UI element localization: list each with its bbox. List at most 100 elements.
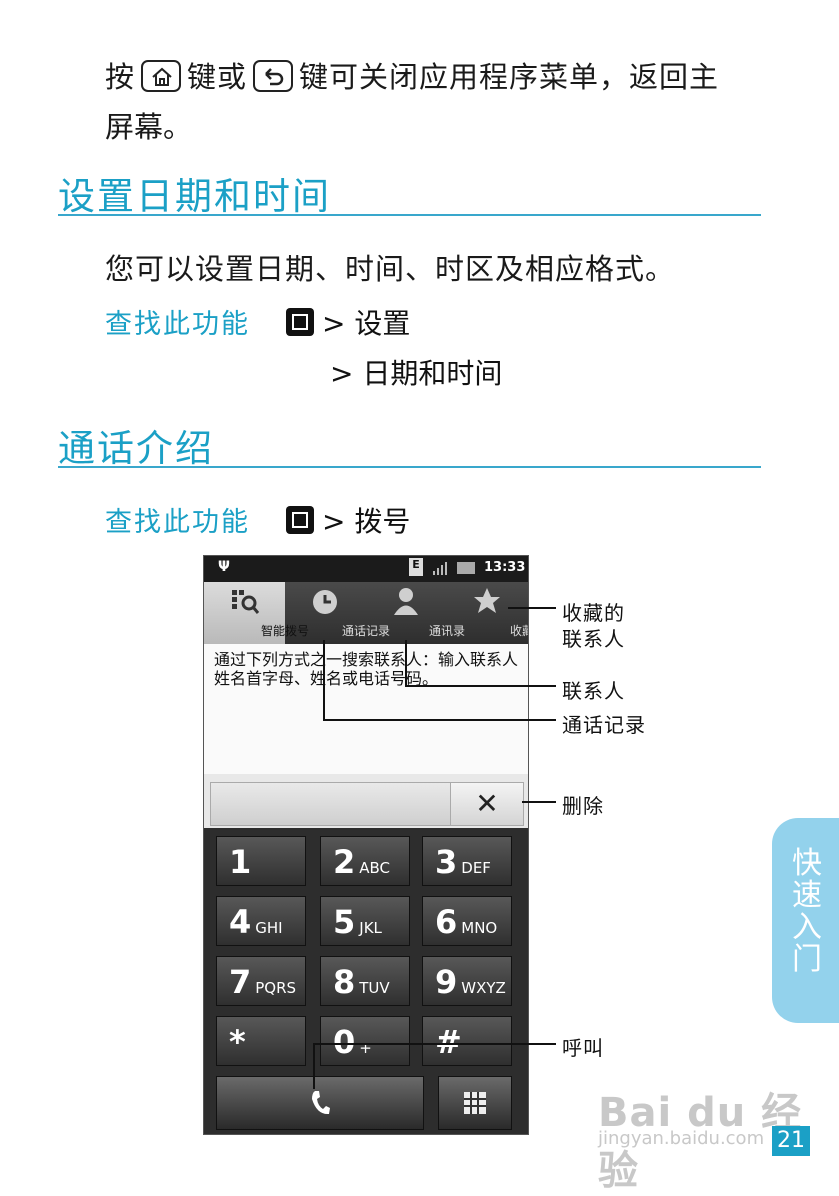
key-letters: MNO [461, 919, 498, 937]
phone-handset-icon [312, 1091, 330, 1115]
key-digit: # [435, 1023, 462, 1061]
smart-dial-icon [232, 590, 260, 614]
phone-screenshot: Ψ E 13:33 智能拨号 通话记录 通讯录 收 通过下列方式之一搜索联系人：… [203, 555, 529, 1135]
callout-favorites-1: 收藏的 [562, 601, 625, 625]
dialer-path: > 拨号 [286, 500, 410, 540]
callout-favorites-2: 联系人 [562, 627, 625, 651]
usb-icon: Ψ [218, 559, 230, 575]
callout-line-contacts [405, 640, 407, 686]
chapter-side-tab: 快 速 入 门 [772, 818, 839, 1023]
intro-text-1: 按 [105, 60, 136, 94]
dial-key[interactable]: 4 GHI [216, 896, 306, 946]
section-title-calls: 通话介绍 [58, 427, 214, 470]
call-button[interactable] [216, 1076, 424, 1130]
callout-line-call [313, 1043, 556, 1045]
callout-line-call-log [323, 640, 325, 720]
keypad-icon [464, 1092, 486, 1114]
battery-icon [457, 562, 475, 574]
key-letters: PQRS [255, 979, 297, 997]
key-digit: 2 [333, 843, 356, 881]
key-digit: 5 [333, 903, 356, 941]
callout-line-call [313, 1043, 315, 1089]
side-tab-char: 速 [792, 878, 822, 913]
callout-line-favorites [508, 607, 556, 609]
dial-key[interactable]: * [216, 1016, 306, 1066]
person-icon [394, 588, 418, 615]
tab-smart-dial[interactable]: 智能拨号 [204, 582, 309, 644]
key-letters: + [359, 1039, 372, 1057]
key-digit: 9 [435, 963, 458, 1001]
menu-key-icon [286, 506, 314, 534]
find-feature-label: 查找此功能 [105, 309, 250, 340]
tab-call-log[interactable]: 通话记录 [285, 582, 390, 644]
watermark-url: jingyan.baidu.com [598, 1128, 765, 1149]
intro-text-3: 键可关闭应用程序菜单，返回主 [299, 60, 720, 94]
callout-line-call-log [323, 719, 556, 721]
settings-path-1: > 设置 [286, 302, 410, 342]
callout-contacts: 联系人 [562, 679, 625, 703]
tab-contacts[interactable]: 通讯录 [366, 582, 465, 644]
side-tab-char: 入 [792, 910, 822, 945]
page-number: 21 [772, 1126, 810, 1156]
key-letters: ABC [359, 859, 391, 877]
dial-key[interactable]: 3 DEF [422, 836, 512, 886]
date-time-description: 您可以设置日期、时间、时区及相应格式。 [105, 252, 676, 286]
key-digit: * [229, 1023, 246, 1061]
menu-key-icon [286, 308, 314, 336]
clock-time: 13:33 [484, 560, 526, 575]
intro-text-2: 键或 [187, 60, 248, 94]
key-letters: DEF [461, 859, 491, 877]
dial-key[interactable]: 9 WXYZ [422, 956, 512, 1006]
dial-key[interactable]: 0 + [320, 1016, 410, 1066]
dial-key[interactable]: 8 TUV [320, 956, 410, 1006]
network-type-icon: E [409, 558, 423, 576]
key-digit: 0 [333, 1023, 356, 1061]
path-date-time: > 日期和时间 [330, 357, 503, 390]
key-letters: GHI [255, 919, 283, 937]
key-letters: JKL [359, 919, 382, 937]
dial-key[interactable]: 1 [216, 836, 306, 886]
section-divider [58, 214, 761, 216]
callout-call-log: 通话记录 [562, 713, 646, 737]
dial-keypad: 1 2 ABC 3 DEF 4 GHI 5 JKL 6 MNO 7 PQRS 8 TUV 9 WXYZ * 0 + # [204, 828, 528, 1134]
callout-line-contacts [405, 685, 556, 687]
path-settings: > 设置 [322, 307, 411, 340]
key-digit: 3 [435, 843, 458, 881]
dial-key[interactable]: 2 ABC [320, 836, 410, 886]
callout-call: 呼叫 [562, 1036, 604, 1060]
home-key-icon [141, 60, 182, 92]
tab-label: 收藏夹 [509, 624, 528, 638]
dial-key[interactable]: 5 JKL [320, 896, 410, 946]
key-digit: 7 [229, 963, 252, 1001]
signal-icon [432, 560, 448, 580]
dial-key[interactable]: # [422, 1016, 512, 1066]
dial-key[interactable]: 6 MNO [422, 896, 512, 946]
key-letters: TUV [359, 979, 390, 997]
find-feature-label: 查找此功能 [105, 507, 250, 538]
side-tab-char: 快 [792, 846, 822, 881]
status-bar: Ψ E 13:33 [204, 556, 528, 582]
search-hint-area: 通过下列方式之一搜索联系人：输入联系人姓名首字母、姓名或电话号码。 [204, 644, 528, 774]
intro-line-2: 屏幕。 [105, 110, 193, 144]
clock-icon [313, 590, 337, 614]
section-title-date-time: 设置日期和时间 [58, 175, 331, 218]
dial-key[interactable]: 7 PQRS [216, 956, 306, 1006]
callout-line-delete [522, 801, 556, 803]
intro-paragraph: 按 键或 键可关闭应用程序菜单，返回主 [105, 52, 765, 102]
number-input[interactable] [210, 782, 452, 826]
key-digit: 1 [229, 843, 252, 881]
star-icon [474, 588, 500, 613]
key-digit: 6 [435, 903, 458, 941]
delete-button[interactable]: ✕ [450, 782, 524, 826]
keypad-toggle-button[interactable] [438, 1076, 512, 1130]
dialer-tab-bar: 智能拨号 通话记录 通讯录 收藏夹 [204, 582, 528, 644]
key-letters: WXYZ [461, 979, 506, 997]
key-digit: 4 [229, 903, 252, 941]
side-tab-char: 门 [792, 942, 822, 977]
section-divider [58, 466, 761, 468]
tab-favorites[interactable]: 收藏夹 [447, 582, 528, 644]
key-digit: 8 [333, 963, 356, 1001]
search-hint-text: 通过下列方式之一搜索联系人：输入联系人姓名首字母、姓名或电话号码。 [214, 650, 519, 688]
callout-delete: 删除 [562, 794, 604, 818]
back-key-icon [253, 60, 294, 92]
